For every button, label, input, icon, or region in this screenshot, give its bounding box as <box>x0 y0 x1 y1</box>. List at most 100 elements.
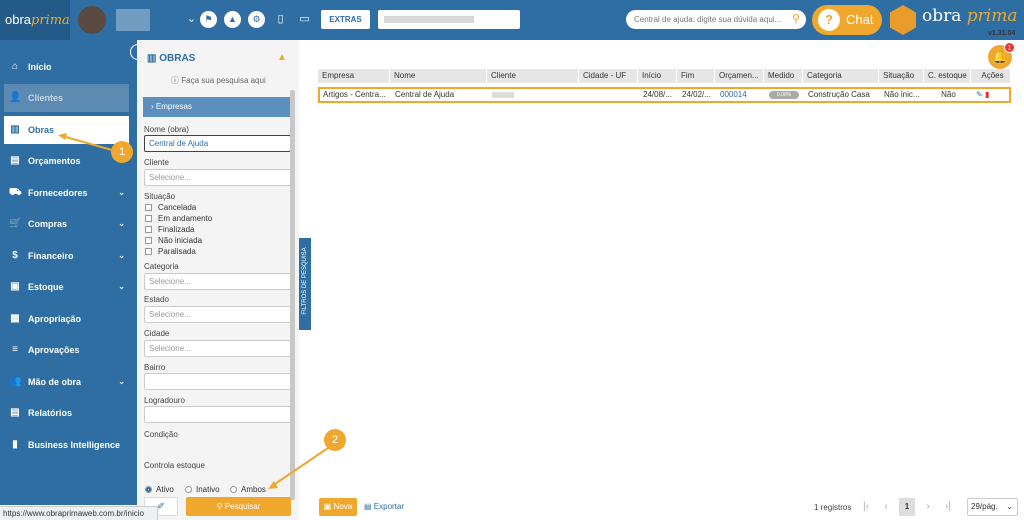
flag-icon[interactable]: ⚑ <box>200 11 217 28</box>
column-header[interactable]: Ações <box>971 69 1011 83</box>
chevron-down-icon: ⌄ <box>118 188 125 197</box>
chevron-down-icon: ⌄ <box>118 219 125 228</box>
radio-dot[interactable] <box>185 486 192 493</box>
cell-cidade-uf <box>581 89 639 101</box>
sidebar-item-financeiro[interactable]: $ Financeiro ⌄ <box>0 242 137 270</box>
chat-label: Chat <box>846 12 874 27</box>
sidebar-item-m-o-de-obra[interactable]: 👥 Mão de obra ⌄ <box>0 368 137 396</box>
per-page-select[interactable]: 29/pág. ⌄ <box>967 498 1018 516</box>
situacao-option-label: Finalizada <box>158 225 195 234</box>
sidebar-item-apropria-o[interactable]: ▦ Apropriação <box>0 305 137 333</box>
column-header[interactable]: C. estoque <box>924 69 971 83</box>
pesquisar-label: Pesquisar <box>224 502 261 511</box>
dollar-icon: $ <box>12 250 18 261</box>
filter-title: ▥ OBRAS ▲ <box>147 52 287 64</box>
cell-categoria: Construção Casa <box>808 90 870 99</box>
file-icon: ▤ <box>364 502 374 511</box>
empresas-expander[interactable]: › Empresas <box>143 97 291 117</box>
company-select[interactable] <box>378 10 520 29</box>
sidebar-item-label: Business Intelligence <box>28 440 121 450</box>
first-page-icon[interactable]: |‹ <box>858 498 874 516</box>
cell-fim: 24/02/... <box>682 90 711 99</box>
brand-text-italic: prima <box>966 6 1018 26</box>
column-header[interactable]: Início <box>638 69 677 83</box>
nova-button[interactable]: ▣ Nova <box>319 498 357 516</box>
filter-panel-tab[interactable]: FILTROS DE PESQUISA <box>299 238 311 330</box>
checkbox-box[interactable] <box>145 204 152 211</box>
sidebar-item-business-intelligence[interactable]: ▮ Business Intelligence <box>0 431 137 459</box>
sidebar-item-fornecedores[interactable]: ⛟ Fornecedores ⌄ <box>0 179 137 207</box>
plus-icon: ▣ <box>323 502 334 511</box>
notification-bell-icon[interactable]: 🔔 1 <box>988 42 1015 69</box>
condicao-option-label: Ambos <box>241 485 266 494</box>
sidebar-item-label: Clientes <box>28 93 64 103</box>
sidebar-item-label: Compras <box>28 219 68 229</box>
estado-select[interactable]: Selecione... <box>144 306 291 323</box>
sidebar-item-in-cio[interactable]: ⌂ Início <box>0 53 137 81</box>
empresas-label: Empresas <box>155 102 192 111</box>
filter-scrollbar[interactable] <box>290 90 295 500</box>
cart-icon: 🛒 <box>9 218 22 229</box>
trash-icon[interactable]: ▮ <box>985 90 989 99</box>
next-page-icon[interactable]: › <box>920 498 936 516</box>
exportar-link[interactable]: ▤ Exportar <box>364 502 404 511</box>
tablet-icon[interactable]: ▯ <box>272 11 289 28</box>
radio-dot[interactable] <box>230 486 237 493</box>
monitor-icon[interactable]: ▭ <box>296 11 313 28</box>
help-search-input[interactable]: Central de ajuda: digite sua dúvida aqui… <box>626 10 806 29</box>
checkbox-box[interactable] <box>145 248 152 255</box>
situacao-label: Situação <box>144 192 176 201</box>
table-row[interactable]: Artigos - Centra... Central de Ajuda 24/… <box>318 87 1011 103</box>
pencil-icon[interactable]: ✎ <box>976 90 983 99</box>
chat-button[interactable]: ? Chat <box>812 5 882 35</box>
filter-hint-text: Faça sua pesquisa aqui <box>181 76 266 85</box>
nome-input[interactable]: Central de Ajuda <box>144 135 291 152</box>
column-header[interactable]: Situação <box>879 69 924 83</box>
condicao-option-label: Ativo <box>156 485 174 494</box>
column-header[interactable]: Medido <box>764 69 803 83</box>
column-header[interactable]: Empresa <box>318 69 390 83</box>
column-header[interactable]: Categoria <box>803 69 879 83</box>
column-header[interactable]: Cliente <box>487 69 579 83</box>
sidebar-item-aprova-es[interactable]: ≡ Aprovações <box>0 336 137 364</box>
sidebar-item-compras[interactable]: 🛒 Compras ⌄ <box>0 210 137 238</box>
sidebar-item-clientes[interactable]: 👤 Clientes <box>4 84 129 112</box>
app-logo[interactable]: obraprima <box>0 0 70 40</box>
last-page-icon[interactable]: ›| <box>940 498 956 516</box>
checkbox-box[interactable] <box>145 226 152 233</box>
logradouro-input[interactable] <box>144 406 291 423</box>
sidebar-item-label: Início <box>28 62 52 72</box>
logradouro-label: Logradouro <box>144 396 185 405</box>
app-version: v1.31.04 <box>988 30 1016 37</box>
column-header[interactable]: Orçamen... <box>715 69 764 83</box>
cell-orcamento-link[interactable]: 000014 <box>717 89 765 101</box>
column-header[interactable]: Cidade - UF <box>579 69 638 83</box>
column-header[interactable]: Fim <box>677 69 715 83</box>
chevron-down-icon: ⌄ <box>118 377 125 386</box>
bairro-input[interactable] <box>144 373 291 390</box>
avatar[interactable] <box>78 6 106 34</box>
checkbox-box[interactable] <box>145 215 152 222</box>
sidebar-item-relat-rios[interactable]: ▤ Relatórios <box>0 399 137 427</box>
gear-icon[interactable]: ⚙ <box>248 11 265 28</box>
current-page[interactable]: 1 <box>899 498 915 516</box>
extras-button[interactable]: EXTRAS <box>321 10 370 29</box>
cliente-select[interactable]: Selecione... <box>144 169 291 186</box>
filter-title-text: OBRAS <box>159 53 196 64</box>
sidebar-item-label: Estoque <box>28 282 64 292</box>
sidebar-item-obras[interactable]: ▥ Obras <box>4 116 129 144</box>
graduation-cap-icon[interactable]: ▲ <box>224 11 241 28</box>
sidebar-item-estoque[interactable]: ▣ Estoque ⌄ <box>0 273 137 301</box>
checkbox-box[interactable] <box>145 237 152 244</box>
graduation-cap-icon[interactable]: ▲ <box>277 52 287 63</box>
radio-dot[interactable] <box>145 486 152 493</box>
situacao-option-label: Não iniciada <box>158 236 203 245</box>
search-icon: ⚲ <box>216 502 225 511</box>
cidade-select[interactable]: Selecione... <box>144 340 291 357</box>
categoria-select[interactable]: Selecione... <box>144 273 291 290</box>
search-icon[interactable]: ⚲ <box>792 10 800 29</box>
pesquisar-button[interactable]: ⚲ Pesquisar <box>186 497 291 516</box>
column-header[interactable]: Nome <box>390 69 487 83</box>
chevron-down-icon[interactable]: ⌄ <box>183 11 200 28</box>
prev-page-icon[interactable]: ‹ <box>878 498 894 516</box>
